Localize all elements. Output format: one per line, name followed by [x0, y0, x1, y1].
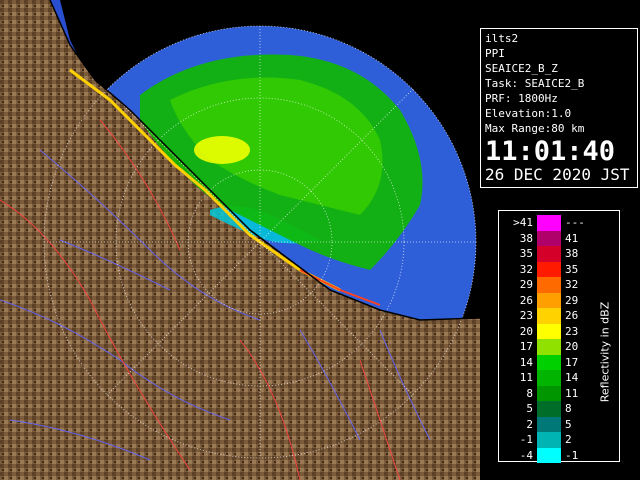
legend-low-label: 38 — [519, 231, 533, 245]
legend-high-label: 26 — [565, 309, 579, 322]
color-legend: >41 --- 38 41 35 38 32 35 29 32 26 29 23 26 20 23 17 20 14… — [498, 210, 620, 463]
legend-swatch — [537, 246, 561, 262]
legend-row: >41 --- — [499, 215, 609, 231]
legend-swatch — [537, 447, 561, 463]
legend-low-label: -1 — [519, 433, 533, 446]
legend-low-label: 29 — [519, 278, 533, 291]
legend-high-label: 35 — [565, 262, 579, 276]
legend-high-label: --- — [565, 216, 585, 229]
radar-map — [0, 0, 480, 480]
legend-row: 32 35 — [499, 261, 609, 277]
scan-date: 26 DEC 2020 JST — [485, 165, 630, 184]
legend-low-label: -4 — [519, 448, 533, 462]
legend-low-label: 32 — [519, 262, 533, 276]
legend-low-label: 2 — [526, 417, 533, 431]
legend-swatch — [537, 323, 561, 339]
legend-swatch — [537, 416, 561, 432]
legend-row: 25 — [499, 416, 609, 432]
legend-swatch — [537, 432, 561, 448]
legend-high-label: 8 — [565, 402, 572, 415]
legend-swatch — [537, 339, 561, 355]
legend-row: 23 26 — [499, 308, 609, 324]
legend-low-label: 26 — [519, 293, 533, 307]
prf-value: PRF: 1800Hz — [485, 92, 558, 105]
legend-high-label: -1 — [565, 448, 579, 462]
legend-swatch — [537, 230, 561, 246]
legend-low-label: >41 — [513, 216, 533, 229]
legend-unit-label: Reflectivity in dBZ — [598, 301, 612, 403]
legend-row: -1 2 — [499, 432, 609, 448]
legend-row: 29 32 — [499, 277, 609, 293]
max-range-value: Max Range:80 km — [485, 122, 585, 135]
legend-swatch — [537, 370, 561, 386]
legend-high-label: 11 — [565, 386, 579, 400]
legend-swatch — [537, 292, 561, 308]
legend-high-label: 14 — [565, 371, 579, 384]
legend-swatch — [537, 261, 561, 277]
legend-high-label: 32 — [565, 278, 579, 291]
radar-display: { "info": { "site": "ilts2", "product": … — [0, 0, 640, 480]
legend-high-label: 17 — [565, 355, 579, 369]
legend-low-label: 14 — [519, 355, 533, 369]
legend-row: 35 38 — [499, 246, 609, 262]
legend-row: 8 11 — [499, 385, 609, 401]
legend-unit: Reflectivity in dBZ — [595, 257, 615, 447]
legend-swatch — [537, 277, 561, 293]
legend-low-label: 35 — [519, 247, 533, 260]
legend-row: -4 -1 — [499, 447, 609, 463]
legend-high-label: 38 — [565, 247, 579, 260]
legend-high-label: 20 — [565, 340, 579, 353]
legend-row: 11 14 — [499, 370, 609, 386]
echo-yellow-core — [194, 136, 250, 164]
legend-swatch — [537, 385, 561, 401]
legend-row: 14 17 — [499, 354, 609, 370]
legend-row: 38 41 — [499, 230, 609, 246]
legend-low-label: 8 — [526, 386, 533, 400]
legend-low-label: 11 — [519, 371, 533, 384]
legend-low-label: 5 — [526, 402, 533, 415]
scan-time: 11:01:40 — [485, 136, 616, 167]
legend-row: 26 29 — [499, 292, 609, 308]
scan-info-panel: ilts2 PPI SEAICE2_B_Z Task: SEAICE2_B PR… — [480, 28, 638, 188]
legend-high-label: 29 — [565, 293, 579, 307]
elevation-value: Elevation:1.0 — [485, 107, 572, 120]
legend-high-label: 2 — [565, 433, 572, 446]
task-name: Task: SEAICE2_B — [485, 77, 585, 90]
legend-row: 20 23 — [499, 323, 609, 339]
legend-low-label: 23 — [519, 309, 533, 322]
legend-row: 17 20 — [499, 339, 609, 355]
legend-swatch — [537, 308, 561, 324]
legend-swatch — [537, 354, 561, 370]
legend-swatch — [537, 401, 561, 417]
legend-low-label: 20 — [519, 324, 533, 338]
scan-name: SEAICE2_B_Z — [485, 62, 558, 75]
legend-swatch — [537, 215, 561, 231]
legend-high-label: 41 — [565, 231, 579, 245]
legend-high-label: 5 — [565, 417, 572, 431]
legend-low-label: 17 — [519, 340, 533, 353]
legend-row: 58 — [499, 401, 609, 417]
site-name: ilts2 — [485, 32, 519, 45]
legend-high-label: 23 — [565, 324, 579, 338]
product-type: PPI — [485, 47, 505, 60]
